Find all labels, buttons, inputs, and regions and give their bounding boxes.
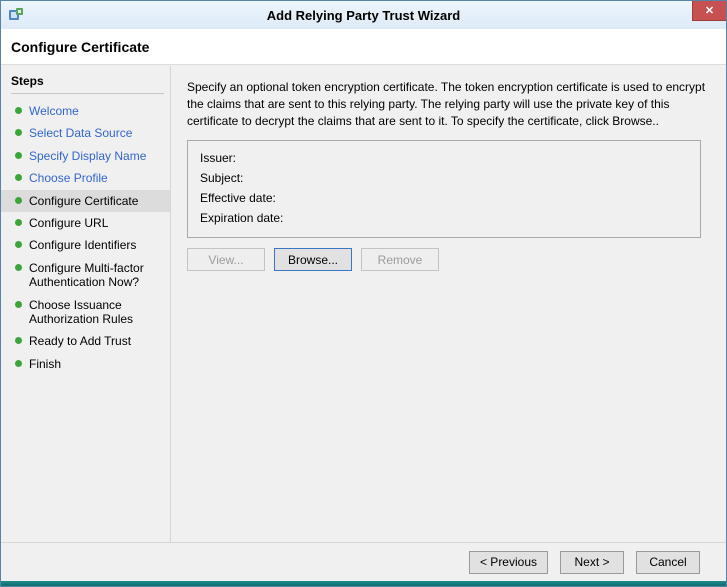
step-label: Welcome — [29, 104, 79, 118]
certificate-expiration-date-label: Expiration date: — [200, 211, 284, 226]
step-label: Configure Certificate — [29, 193, 139, 208]
step-dot-icon — [15, 107, 22, 114]
certificate-info-panel: Issuer: Subject: Effective date: Expirat… — [187, 140, 701, 239]
step-welcome[interactable]: Welcome — [11, 100, 164, 122]
step-dot-icon — [15, 129, 22, 137]
step-dot-icon — [15, 196, 22, 204]
page-header: Configure Certificate — [1, 29, 726, 65]
wizard-footer: < Previous Next > Cancel — [1, 542, 726, 581]
wizard-window: Add Relying Party Trust Wizard ✕ Configu… — [0, 0, 727, 587]
step-label: Select Data Source — [29, 126, 133, 141]
wizard-body: Steps Welcome Select Data Source Specify… — [1, 66, 726, 542]
step-configure-certificate: Configure Certificate — [1, 189, 170, 212]
cancel-button[interactable]: Cancel — [636, 550, 700, 574]
next-button[interactable]: Next > — [560, 550, 624, 574]
close-icon: ✕ — [704, 5, 715, 17]
wizard-app-icon — [8, 7, 24, 23]
step-label: Choose Issuance Authorization Rules — [29, 297, 134, 326]
step-dot-icon — [15, 337, 22, 345]
step-dot-icon — [15, 218, 22, 226]
instruction-text: Specify an optional token encryption cer… — [187, 80, 706, 128]
step-dot-icon — [15, 174, 22, 182]
page-title: Configure Certificate — [11, 38, 150, 55]
titlebar[interactable]: Add Relying Party Trust Wizard ✕ — [1, 1, 726, 29]
certificate-effective-date-label: Effective date: — [200, 191, 276, 206]
step-ready-to-add-trust: Ready to Add Trust — [11, 330, 164, 352]
step-finish: Finish — [11, 353, 164, 375]
main-panel: Specify an optional token encryption cer… — [171, 66, 726, 542]
close-button[interactable]: ✕ — [692, 1, 726, 21]
step-dot-icon — [15, 300, 22, 308]
step-label: Configure Identifiers — [29, 238, 137, 253]
step-configure-url: Configure URL — [11, 212, 164, 234]
certificate-issuer-label: Issuer: — [200, 151, 237, 166]
step-dot-icon — [15, 241, 22, 249]
certificate-actions: View... Browse... Remove — [187, 248, 708, 272]
steps-sidebar: Steps Welcome Select Data Source Specify… — [1, 66, 171, 542]
step-dot-icon — [15, 263, 22, 271]
remove-button: Remove — [361, 248, 439, 272]
step-label: Specify Display Name — [29, 148, 147, 163]
browse-button[interactable]: Browse... — [274, 248, 352, 272]
steps-divider — [11, 93, 164, 94]
step-configure-mfa: Configure Multi-factor Authentication No… — [11, 257, 164, 294]
step-configure-identifiers: Configure Identifiers — [11, 234, 164, 256]
steps-list: Welcome Select Data Source Specify Displ… — [1, 100, 170, 375]
step-dot-icon — [15, 359, 22, 367]
step-specify-display-name[interactable]: Specify Display Name — [11, 145, 164, 167]
step-label: Choose Profile — [29, 171, 108, 186]
previous-button[interactable]: < Previous — [468, 550, 548, 574]
step-select-data-source[interactable]: Select Data Source — [11, 122, 164, 144]
step-label: Finish — [29, 356, 62, 371]
step-choose-issuance-rules: Choose Issuance Authorization Rules — [11, 294, 164, 331]
certificate-subject-label: Subject: — [200, 171, 244, 186]
step-label: Configure Multi-factor Authentication No… — [29, 260, 144, 290]
window-title: Add Relying Party Trust Wizard — [266, 7, 461, 23]
view-button: View... — [187, 248, 265, 272]
steps-heading: Steps — [11, 74, 44, 88]
step-label: Ready to Add Trust — [29, 334, 132, 349]
step-dot-icon — [15, 151, 22, 159]
window-bottom-edge — [1, 581, 726, 586]
step-label: Configure URL — [29, 215, 109, 230]
step-choose-profile[interactable]: Choose Profile — [11, 167, 164, 189]
